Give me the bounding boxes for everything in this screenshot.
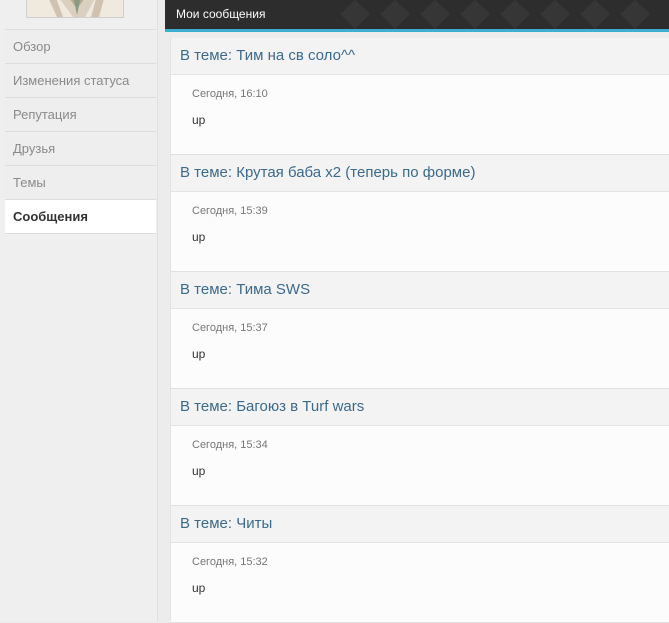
post-text: up [192, 230, 206, 244]
nav-item-status-updates[interactable]: Изменения статуса [5, 64, 156, 98]
post-topic-link[interactable]: В теме: Багоюз в Turf wars [171, 389, 669, 426]
post-topic-link[interactable]: В теме: Читы [171, 506, 669, 543]
list-item: В теме: Тим на св соло^^ Сегодня, 16:10 … [171, 38, 669, 155]
post-date: Сегодня, 16:10 [192, 88, 268, 100]
section-header: Мои сообщения [165, 0, 669, 32]
list-item: В теме: Багоюз в Turf wars Сегодня, 15:3… [171, 389, 669, 506]
post-text: up [192, 347, 206, 361]
post-date: Сегодня, 15:37 [192, 322, 268, 334]
post-topic-link[interactable]: В теме: Тима SWS [171, 272, 669, 309]
avatar[interactable] [26, 0, 124, 18]
post-text: up [192, 113, 206, 127]
list-item: В теме: Читы Сегодня, 15:32 up [171, 506, 669, 623]
post-date: Сегодня, 15:39 [192, 205, 268, 217]
nav-item-overview[interactable]: Обзор [5, 30, 156, 64]
nav-item-friends[interactable]: Друзья [5, 132, 156, 166]
messages-list: В теме: Тим на св соло^^ Сегодня, 16:10 … [170, 38, 669, 623]
post-topic-link[interactable]: В теме: Крутая баба х2 (теперь по форме) [171, 155, 669, 192]
profile-nav: Обзор Изменения статуса Репутация Друзья… [5, 29, 156, 234]
avatar-image [27, 0, 123, 17]
post-date: Сегодня, 15:32 [192, 556, 268, 568]
list-item: В теме: Тима SWS Сегодня, 15:37 up [171, 272, 669, 389]
post-text: up [192, 581, 206, 595]
post-topic-link[interactable]: В теме: Тим на св соло^^ [171, 38, 669, 75]
nav-item-messages[interactable]: Сообщения [5, 200, 156, 234]
page-title: Мои сообщения [176, 7, 266, 21]
nav-item-topics[interactable]: Темы [5, 166, 156, 200]
list-item: В теме: Крутая баба х2 (теперь по форме)… [171, 155, 669, 272]
post-text: up [192, 464, 206, 478]
nav-item-reputation[interactable]: Репутация [5, 98, 156, 132]
post-date: Сегодня, 15:34 [192, 439, 268, 451]
profile-sidebar: Обзор Изменения статуса Репутация Друзья… [0, 0, 158, 621]
